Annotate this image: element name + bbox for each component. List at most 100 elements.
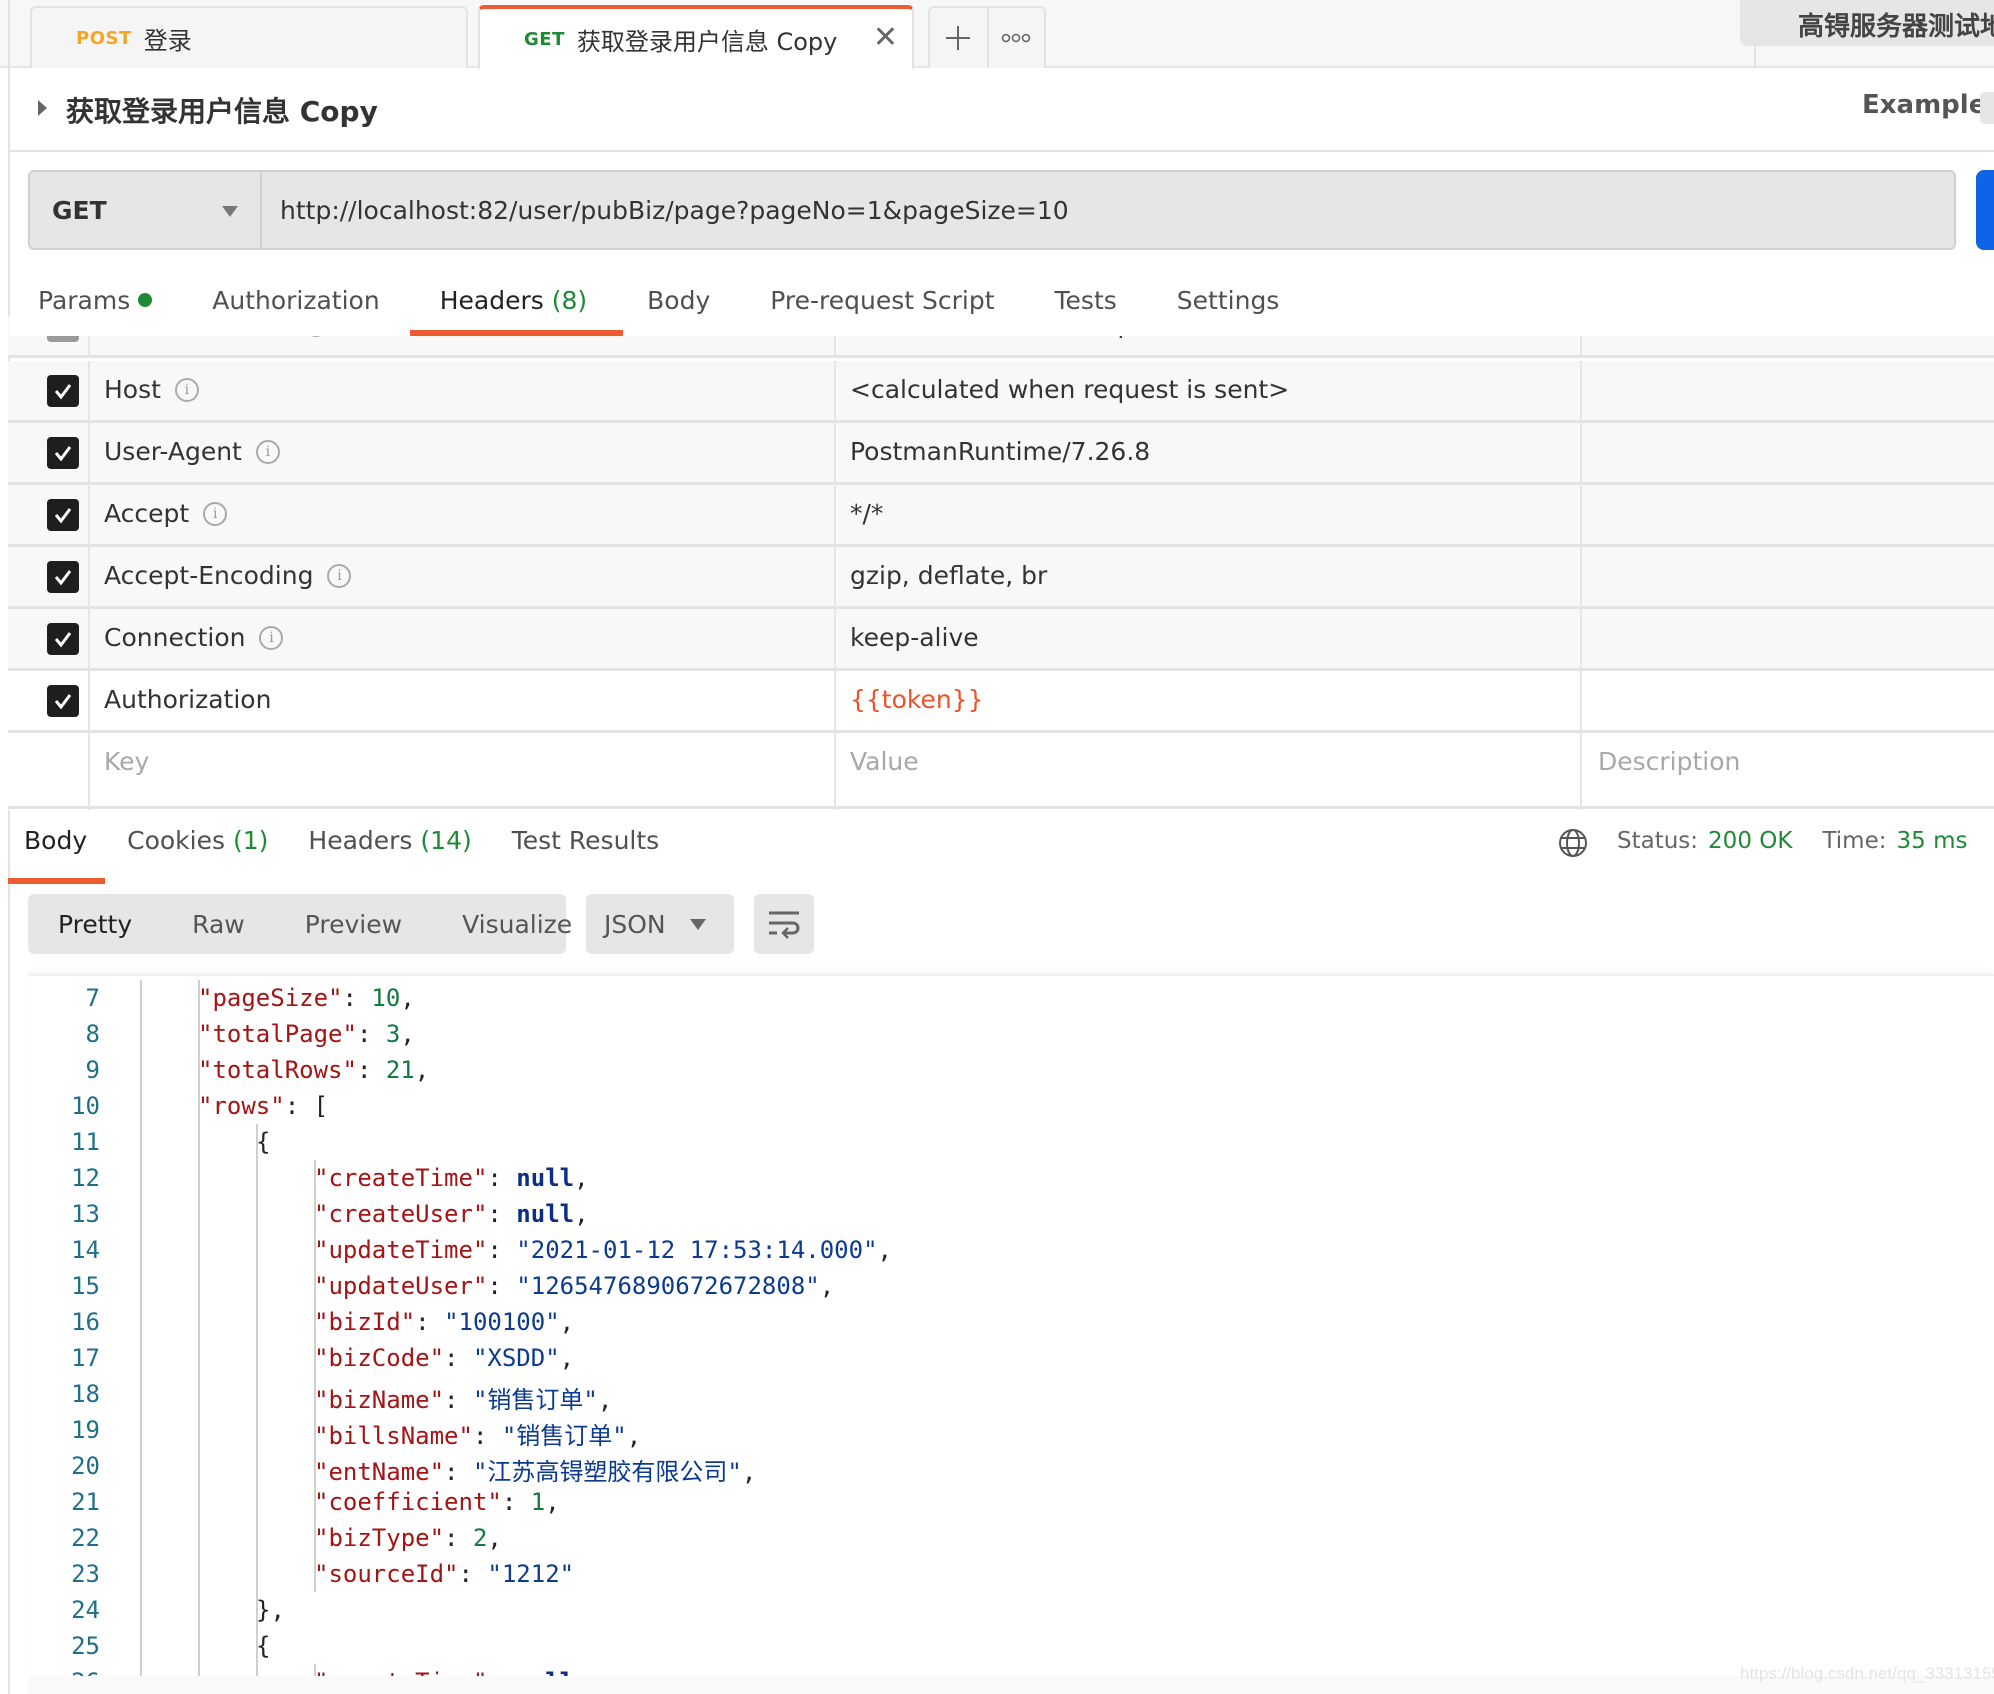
- header-enabled-checkbox[interactable]: [47, 499, 79, 531]
- response-tab-headers[interactable]: Headers (14): [308, 826, 471, 876]
- header-value[interactable]: gzip, deflate, br: [850, 561, 1047, 590]
- header-value[interactable]: */*: [850, 499, 883, 528]
- tab-title: 登录: [143, 26, 192, 55]
- format-select[interactable]: JSON: [586, 894, 734, 954]
- indent-guide: [140, 1016, 142, 1052]
- tab-settings[interactable]: Settings: [1177, 270, 1280, 336]
- header-key[interactable]: Host i: [104, 375, 199, 404]
- tab-params[interactable]: Params: [38, 270, 153, 336]
- json-number: 2: [472, 1524, 488, 1552]
- json-punctuation: :: [458, 1560, 488, 1588]
- tab-label: Headers: [439, 286, 544, 315]
- indent-guide: [140, 1160, 142, 1196]
- response-status-line: Status: 200 OK Time: 35 ms Size: [1617, 828, 1994, 854]
- tab-method-badge: GET: [524, 28, 565, 50]
- code-line: 25 {: [28, 1628, 1994, 1664]
- url-input[interactable]: http://localhost:82/user/pubBiz/page?pag…: [260, 170, 1956, 250]
- code-text: "billsName": "销售订单",: [314, 1416, 641, 1451]
- response-body-code-viewer[interactable]: 7 "pageSize": 10, 8 "totalPage": 3, 9 "totalR…: [28, 974, 1994, 1680]
- new-tab-button[interactable]: [930, 8, 987, 68]
- column-divider: [88, 671, 90, 733]
- response-tab-cookies[interactable]: Cookies (1): [127, 826, 268, 876]
- json-key: "totalPage": [198, 1020, 357, 1048]
- header-key-text: Connection: [104, 623, 246, 652]
- tab-more-button[interactable]: [986, 8, 1044, 68]
- response-tab-test-results[interactable]: Test Results: [512, 826, 659, 876]
- info-icon[interactable]: i: [174, 377, 199, 402]
- header-enabled-checkbox[interactable]: [47, 685, 79, 717]
- indent-guide: [198, 1304, 200, 1340]
- indent-guide: [198, 1412, 200, 1448]
- environment-select[interactable]: 高锝服务器测试地址: [1740, 0, 1994, 46]
- header-enabled-checkbox[interactable]: [47, 375, 79, 407]
- column-divider: [1580, 361, 1582, 423]
- json-punctuation: ,: [559, 1308, 575, 1336]
- tab-label: Tests: [1054, 286, 1117, 315]
- examples-label[interactable]: Examples: [1862, 90, 1994, 120]
- column-divider: [88, 485, 90, 547]
- view-raw[interactable]: Raw: [192, 910, 245, 939]
- globe-icon[interactable]: [1557, 827, 1589, 859]
- view-pretty[interactable]: Pretty: [58, 910, 132, 939]
- json-string: "1212": [487, 1560, 575, 1588]
- wrap-lines-icon: [769, 911, 800, 939]
- json-punctuation: :: [415, 1308, 445, 1336]
- json-string: "销售订单": [501, 1422, 627, 1450]
- indent-guide: [198, 1592, 200, 1628]
- json-number: 3: [385, 1020, 401, 1048]
- indent-guide: [140, 1124, 142, 1160]
- view-preview[interactable]: Preview: [305, 910, 402, 939]
- indent-guide: [140, 1088, 142, 1124]
- header-key[interactable]: Connection i: [104, 623, 284, 652]
- header-key-text: User-Agent: [104, 437, 242, 466]
- tab-tests[interactable]: Tests: [1055, 270, 1117, 336]
- tab-body[interactable]: Body: [647, 270, 710, 336]
- header-value-variable[interactable]: {{token}}: [850, 685, 984, 714]
- header-enabled-checkbox[interactable]: [47, 561, 79, 593]
- header-enabled-checkbox[interactable]: [47, 437, 79, 469]
- json-null: null: [516, 1164, 575, 1192]
- indent-guide: [140, 1628, 142, 1664]
- wrap-lines-button[interactable]: [754, 894, 814, 954]
- info-icon[interactable]: i: [327, 563, 352, 588]
- request-tab-login[interactable]: POST 登录: [30, 6, 468, 68]
- check-icon: [54, 632, 72, 648]
- examples-dropdown-button[interactable]: [1980, 92, 1994, 124]
- close-tab-icon[interactable]: ✕: [873, 23, 898, 53]
- tab-headers[interactable]: Headers (8): [409, 270, 624, 336]
- view-visualize[interactable]: Visualize: [462, 910, 572, 939]
- expand-caret-icon[interactable]: [38, 100, 47, 116]
- tab-authorization[interactable]: Authorization: [212, 270, 379, 336]
- indent-guide: [256, 1484, 258, 1520]
- table-row: Host i <calculated when request is sent>: [8, 361, 1994, 423]
- header-value[interactable]: <calculated when request is sent>: [850, 375, 1289, 404]
- info-icon[interactable]: i: [203, 501, 228, 526]
- indent-guide: [140, 1484, 142, 1520]
- json-punctuation: :: [487, 1164, 517, 1192]
- status-value[interactable]: 200 OK: [1708, 828, 1792, 854]
- tab-pre-request-script[interactable]: Pre-request Script: [770, 270, 994, 336]
- header-key[interactable]: Accept-Encoding i: [104, 561, 352, 590]
- request-tab-get-user-info-copy[interactable]: GET 获取登录用户信息 Copy ✕: [478, 5, 914, 69]
- header-key[interactable]: Accept i: [104, 499, 228, 528]
- time-value[interactable]: 35 ms: [1897, 828, 1968, 854]
- new-key-input[interactable]: Key: [104, 747, 149, 776]
- new-description-input[interactable]: Description: [1598, 747, 1740, 776]
- code-text: "entName": "江苏高锝塑胶有限公司",: [314, 1452, 756, 1487]
- new-value-input[interactable]: Value: [850, 747, 919, 776]
- header-key-text: Authorization: [104, 685, 272, 714]
- info-icon[interactable]: i: [259, 625, 284, 650]
- http-method-select[interactable]: GET: [28, 170, 260, 250]
- info-icon[interactable]: i: [255, 439, 280, 464]
- header-key[interactable]: Authorization: [104, 685, 271, 714]
- header-value[interactable]: keep-alive: [850, 623, 979, 652]
- line-number: 14: [71, 1236, 100, 1264]
- header-value[interactable]: PostmanRuntime/7.26.8: [850, 437, 1150, 466]
- indent-guide: [140, 1052, 142, 1088]
- header-key[interactable]: User-Agent i: [104, 437, 280, 466]
- json-punctuation: :: [487, 1272, 517, 1300]
- send-button[interactable]: [1976, 170, 1994, 250]
- indent-guide: [256, 1232, 258, 1268]
- header-enabled-checkbox[interactable]: [47, 623, 79, 655]
- response-tab-body[interactable]: Body: [7, 826, 106, 884]
